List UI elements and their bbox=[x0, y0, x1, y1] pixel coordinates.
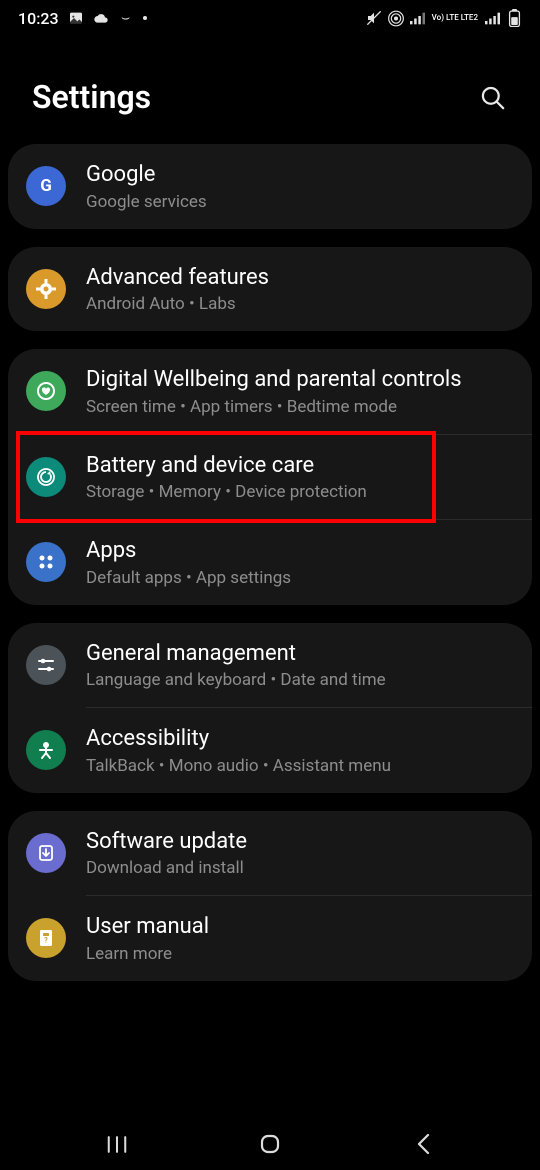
item-subtitle: Screen time • App timers • Bedtime mode bbox=[86, 397, 514, 417]
settings-item-user-manual[interactable]: ? User manual Learn more bbox=[8, 896, 532, 981]
refresh-circle-icon bbox=[26, 457, 66, 497]
hotspot-icon bbox=[388, 10, 404, 26]
status-bar: 10:23 ⌣ Vo) LTE LTE2 bbox=[0, 0, 540, 36]
item-title: Software update bbox=[86, 828, 514, 856]
settings-group: Software update Download and install ? U… bbox=[8, 811, 532, 981]
signal-2-icon bbox=[484, 10, 500, 26]
settings-item-battery-device-care[interactable]: Battery and device care Storage • Memory… bbox=[8, 435, 532, 520]
header: Settings bbox=[0, 36, 540, 144]
page-title: Settings bbox=[32, 78, 151, 116]
item-texts: User manual Learn more bbox=[86, 913, 514, 964]
battery-icon bbox=[506, 10, 522, 26]
item-title: Accessibility bbox=[86, 725, 514, 753]
item-texts: Software update Download and install bbox=[86, 828, 514, 879]
item-title: Apps bbox=[86, 537, 514, 565]
search-icon bbox=[479, 84, 506, 111]
download-icon bbox=[26, 833, 66, 873]
status-time: 10:23 bbox=[18, 9, 59, 28]
gear-icon bbox=[26, 269, 66, 309]
settings-item-software-update[interactable]: Software update Download and install bbox=[8, 811, 532, 896]
person-icon bbox=[26, 730, 66, 770]
image-icon bbox=[68, 10, 84, 26]
item-texts: General management Language and keyboard… bbox=[86, 640, 514, 691]
google-icon: G bbox=[26, 166, 66, 206]
net-text: Vo) LTE LTE2 bbox=[432, 14, 478, 21]
mute-icon bbox=[366, 10, 382, 26]
settings-item-google[interactable]: G Google Google services bbox=[8, 144, 532, 229]
settings-group: Advanced features Android Auto • Labs bbox=[8, 247, 532, 332]
item-texts: Digital Wellbeing and parental controls … bbox=[86, 366, 514, 417]
settings-list[interactable]: G Google Google services Advanced featur… bbox=[0, 144, 540, 981]
item-title: Digital Wellbeing and parental controls bbox=[86, 366, 514, 394]
item-subtitle: Storage • Memory • Device protection bbox=[86, 482, 514, 502]
cloud-icon bbox=[93, 10, 109, 26]
signal-1-icon bbox=[410, 10, 426, 26]
back-icon bbox=[414, 1133, 432, 1155]
item-texts: Apps Default apps • App settings bbox=[86, 537, 514, 588]
status-dot bbox=[143, 16, 147, 20]
settings-group: Digital Wellbeing and parental controls … bbox=[8, 349, 532, 605]
settings-item-apps[interactable]: Apps Default apps • App settings bbox=[8, 520, 532, 605]
svg-text:?: ? bbox=[44, 937, 48, 945]
sliders-icon bbox=[26, 645, 66, 685]
item-subtitle: Google services bbox=[86, 192, 514, 212]
item-subtitle: Download and install bbox=[86, 858, 514, 878]
settings-group: General management Language and keyboard… bbox=[8, 623, 532, 793]
settings-item-advanced-features[interactable]: Advanced features Android Auto • Labs bbox=[8, 247, 532, 332]
item-texts: Advanced features Android Auto • Labs bbox=[86, 264, 514, 315]
item-texts: Battery and device care Storage • Memory… bbox=[86, 452, 514, 503]
recents-icon bbox=[106, 1135, 128, 1154]
item-subtitle: Android Auto • Labs bbox=[86, 294, 514, 314]
settings-group: G Google Google services bbox=[8, 144, 532, 229]
nav-home-button[interactable] bbox=[240, 1129, 300, 1159]
item-title: Battery and device care bbox=[86, 452, 514, 480]
svg-text:G: G bbox=[40, 176, 52, 196]
grid-dots-icon bbox=[26, 542, 66, 582]
item-subtitle: Default apps • App settings bbox=[86, 568, 514, 588]
search-button[interactable] bbox=[476, 81, 508, 113]
nav-recents-button[interactable] bbox=[87, 1129, 147, 1159]
item-texts: Accessibility TalkBack • Mono audio • As… bbox=[86, 725, 514, 776]
item-title: User manual bbox=[86, 913, 514, 941]
item-title: Advanced features bbox=[86, 264, 514, 292]
status-right: Vo) LTE LTE2 bbox=[366, 10, 522, 26]
navigation-bar bbox=[0, 1118, 540, 1170]
book-icon: ? bbox=[26, 918, 66, 958]
item-title: General management bbox=[86, 640, 514, 668]
status-left: 10:23 ⌣ bbox=[18, 9, 147, 28]
settings-item-digital-wellbeing[interactable]: Digital Wellbeing and parental controls … bbox=[8, 349, 532, 434]
item-title: Google bbox=[86, 161, 514, 189]
settings-item-general-management[interactable]: General management Language and keyboard… bbox=[8, 623, 532, 708]
heart-circle-icon bbox=[26, 371, 66, 411]
settings-item-accessibility[interactable]: Accessibility TalkBack • Mono audio • As… bbox=[8, 708, 532, 793]
nav-back-button[interactable] bbox=[393, 1129, 453, 1159]
home-icon bbox=[258, 1132, 282, 1156]
smile-icon: ⌣ bbox=[118, 10, 134, 26]
item-subtitle: Language and keyboard • Date and time bbox=[86, 670, 514, 690]
item-texts: Google Google services bbox=[86, 161, 514, 212]
item-subtitle: Learn more bbox=[86, 944, 514, 964]
item-subtitle: TalkBack • Mono audio • Assistant menu bbox=[86, 756, 514, 776]
